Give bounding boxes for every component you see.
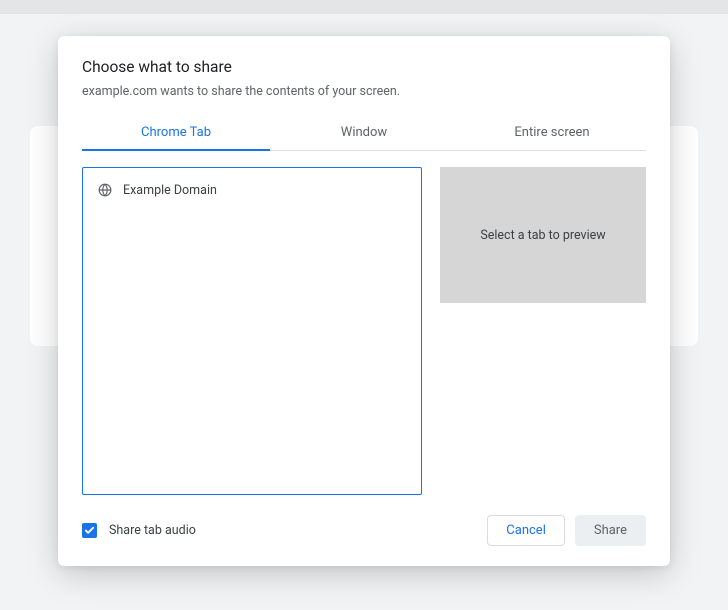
preview-placeholder: Select a tab to preview [480, 228, 605, 243]
share-dialog: Choose what to share example.com wants t… [58, 36, 670, 566]
share-audio-label: Share tab audio [109, 523, 196, 538]
dialog-footer: Share tab audio Cancel Share [82, 515, 646, 546]
dialog-content-area: Example Domain Select a tab to preview [82, 167, 646, 495]
tab-entire-screen[interactable]: Entire screen [458, 117, 646, 150]
cancel-button-label: Cancel [506, 523, 546, 538]
tab-label: Window [341, 125, 387, 140]
share-button[interactable]: Share [575, 515, 646, 546]
browser-top-bar [0, 0, 728, 14]
tab-list-item[interactable]: Example Domain [95, 178, 409, 202]
share-tabs: Chrome Tab Window Entire screen [82, 117, 646, 151]
tab-list[interactable]: Example Domain [82, 167, 422, 495]
tab-label: Entire screen [514, 125, 589, 140]
tab-chrome-tab[interactable]: Chrome Tab [82, 117, 270, 150]
dialog-subtitle: example.com wants to share the contents … [82, 84, 646, 99]
tab-label: Chrome Tab [141, 125, 211, 140]
share-audio-row: Share tab audio [82, 523, 196, 538]
dialog-buttons: Cancel Share [487, 515, 646, 546]
preview-panel: Select a tab to preview [440, 167, 646, 303]
share-button-label: Share [594, 523, 627, 538]
tab-item-title: Example Domain [123, 183, 217, 198]
globe-icon [97, 182, 113, 198]
share-audio-checkbox[interactable] [82, 523, 97, 538]
cancel-button[interactable]: Cancel [487, 515, 565, 546]
dialog-title: Choose what to share [82, 58, 646, 76]
tab-window[interactable]: Window [270, 117, 458, 150]
page-background: Choose what to share example.com wants t… [0, 14, 728, 610]
